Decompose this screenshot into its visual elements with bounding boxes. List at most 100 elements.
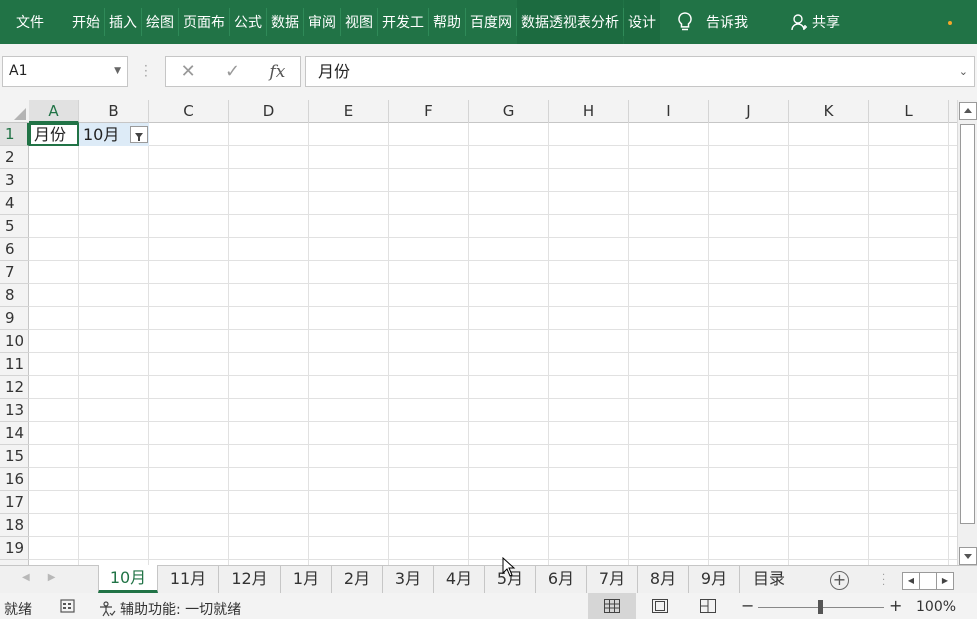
- row-header-19[interactable]: 19: [0, 537, 29, 560]
- scroll-right-icon[interactable]: ▶: [937, 573, 953, 589]
- funnel-icon: [135, 133, 143, 141]
- zoom-out-button[interactable]: −: [741, 596, 754, 615]
- macro-record-icon[interactable]: [60, 599, 75, 613]
- row-header-6[interactable]: 6: [0, 238, 29, 261]
- name-box[interactable]: A1 ▼: [2, 56, 128, 87]
- tab-view[interactable]: 视图: [341, 0, 377, 44]
- select-all-button[interactable]: [0, 100, 29, 123]
- sheet-tab-aug[interactable]: 8月: [638, 566, 689, 593]
- row-header-9[interactable]: 9: [0, 307, 29, 330]
- row-header-7[interactable]: 7: [0, 261, 29, 284]
- tab-page-layout[interactable]: 页面布: [179, 0, 229, 44]
- formula-input[interactable]: 月份 ⌄: [305, 56, 975, 87]
- column-header-e[interactable]: E: [309, 100, 389, 123]
- sheet-tab-sep[interactable]: 9月: [689, 566, 740, 593]
- tab-data[interactable]: 数据: [267, 0, 303, 44]
- row-header-17[interactable]: 17: [0, 491, 29, 514]
- tab-baidu-netdisk[interactable]: 百度网: [466, 0, 516, 44]
- tab-developer[interactable]: 开发工: [378, 0, 428, 44]
- scroll-left-icon[interactable]: ◀: [903, 573, 920, 589]
- column-header-h[interactable]: H: [549, 100, 629, 123]
- sheet-tab-feb[interactable]: 2月: [332, 566, 383, 593]
- add-sheet-icon[interactable]: +: [830, 571, 849, 590]
- zoom-level[interactable]: 100%: [916, 599, 956, 615]
- row-header-2[interactable]: 2: [0, 146, 29, 169]
- tab-design[interactable]: 设计: [624, 0, 660, 44]
- gridline: [228, 123, 229, 565]
- expand-formula-icon[interactable]: ⌄: [959, 57, 968, 86]
- cell-a1-selected[interactable]: 月份: [29, 123, 79, 146]
- scroll-down-button[interactable]: [959, 547, 977, 565]
- tab-file[interactable]: 文件: [0, 0, 60, 44]
- view-switcher: [588, 593, 732, 619]
- worksheet-grid[interactable]: A B C D E F G H I J K L 1 2 3 4 5 6 7 8 …: [0, 100, 957, 565]
- column-header-l[interactable]: L: [869, 100, 949, 123]
- enter-icon[interactable]: ✓: [225, 61, 240, 82]
- sheet-tab-nov[interactable]: 11月: [158, 566, 219, 593]
- tell-me-search[interactable]: 告诉我: [674, 11, 748, 33]
- column-header-d[interactable]: D: [229, 100, 309, 123]
- gridline: [29, 329, 957, 330]
- drag-handle-icon[interactable]: · · ·: [882, 571, 886, 591]
- tab-review[interactable]: 审阅: [304, 0, 340, 44]
- tab-pivot-analyze[interactable]: 数据透视表分析: [517, 0, 623, 44]
- vertical-scrollbar[interactable]: [957, 100, 977, 567]
- formula-buttons: ✕ ✓ fx: [165, 56, 301, 87]
- sheet-tab-apr[interactable]: 4月: [434, 566, 485, 593]
- column-header-a[interactable]: A: [29, 100, 79, 123]
- filter-dropdown-icon[interactable]: [130, 126, 148, 143]
- chevron-down-icon[interactable]: ▼: [114, 57, 121, 86]
- share-button[interactable]: 共享: [790, 12, 840, 32]
- row-header-18[interactable]: 18: [0, 514, 29, 537]
- accessibility-status[interactable]: 辅助功能: 一切就绪: [98, 599, 241, 619]
- row-header-3[interactable]: 3: [0, 169, 29, 192]
- column-header-c[interactable]: C: [149, 100, 229, 123]
- row-header-12[interactable]: 12: [0, 376, 29, 399]
- horizontal-scroll-controls[interactable]: ◀ ▶: [902, 572, 954, 590]
- row-header-14[interactable]: 14: [0, 422, 29, 445]
- gridline: [29, 490, 957, 491]
- sheet-tab-index[interactable]: 目录: [740, 566, 798, 593]
- row-header-15[interactable]: 15: [0, 445, 29, 468]
- tab-home[interactable]: 开始: [68, 0, 104, 44]
- column-header-j[interactable]: J: [709, 100, 789, 123]
- sheet-nav-arrows[interactable]: ◀▶: [22, 572, 73, 583]
- normal-view-button[interactable]: [588, 593, 636, 619]
- row-header-10[interactable]: 10: [0, 330, 29, 353]
- zoom-in-button[interactable]: +: [889, 596, 902, 615]
- row-header-11[interactable]: 11: [0, 353, 29, 376]
- zoom-slider-thumb[interactable]: [818, 600, 823, 614]
- scroll-thumb[interactable]: [960, 124, 975, 524]
- column-header-i[interactable]: I: [629, 100, 709, 123]
- gridline: [29, 559, 957, 560]
- page-layout-view-button[interactable]: [636, 593, 684, 619]
- cell-b1-filter-value[interactable]: 10月: [79, 123, 149, 146]
- scroll-thumb-horizontal[interactable]: [920, 573, 937, 589]
- tab-draw[interactable]: 绘图: [142, 0, 178, 44]
- sheet-tab-mar[interactable]: 3月: [383, 566, 434, 593]
- scroll-up-button[interactable]: [959, 102, 977, 120]
- row-header-5[interactable]: 5: [0, 215, 29, 238]
- row-header-13[interactable]: 13: [0, 399, 29, 422]
- row-header-1[interactable]: 1: [0, 123, 29, 146]
- row-header-4[interactable]: 4: [0, 192, 29, 215]
- column-header-k[interactable]: K: [789, 100, 869, 123]
- column-header-b[interactable]: B: [79, 100, 149, 123]
- sheet-tab-dec[interactable]: 12月: [219, 566, 281, 593]
- page-break-view-button[interactable]: [684, 593, 732, 619]
- row-header-8[interactable]: 8: [0, 284, 29, 307]
- cancel-icon[interactable]: ✕: [181, 61, 196, 82]
- sheet-tab-jul[interactable]: 7月: [587, 566, 638, 593]
- column-header-f[interactable]: F: [389, 100, 469, 123]
- row-header-16[interactable]: 16: [0, 468, 29, 491]
- tab-help[interactable]: 帮助: [429, 0, 465, 44]
- page-layout-icon: [652, 599, 668, 613]
- sheet-tab-jun[interactable]: 6月: [536, 566, 587, 593]
- tab-insert[interactable]: 插入: [105, 0, 141, 44]
- tab-formulas[interactable]: 公式: [230, 0, 266, 44]
- sheet-tab-oct[interactable]: 10月: [98, 565, 158, 593]
- insert-function-icon[interactable]: fx: [269, 62, 285, 82]
- sheet-tab-jan[interactable]: 1月: [281, 566, 332, 593]
- drag-handle-icon[interactable]: · · ·: [144, 60, 148, 82]
- column-header-g[interactable]: G: [469, 100, 549, 123]
